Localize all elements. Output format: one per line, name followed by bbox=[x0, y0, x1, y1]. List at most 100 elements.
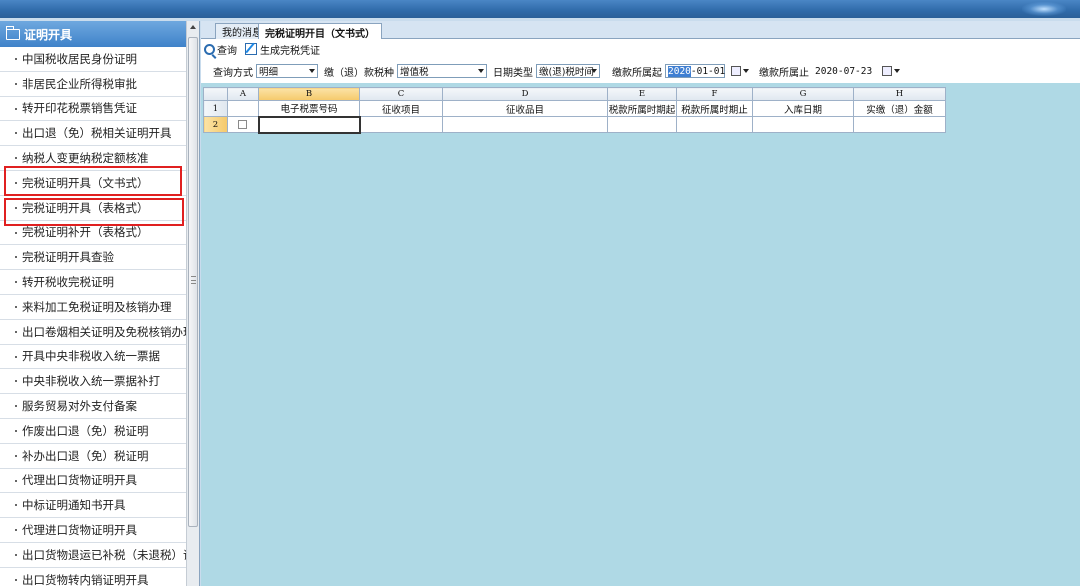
query-button[interactable]: 查询 bbox=[204, 42, 237, 57]
sidebar-item[interactable]: 作废出口退（免）税证明 bbox=[0, 419, 186, 444]
main-panel: 我的消息 完税证明开目（文书式） 查询 生成完税凭证 查询方式 明细 缴（退）款… bbox=[201, 21, 1080, 586]
sidebar-item-label: 开具中央非税收入统一票据 bbox=[22, 349, 160, 364]
bullet-icon bbox=[15, 355, 17, 358]
generate-certificate-button[interactable]: 生成完税凭证 bbox=[245, 42, 320, 57]
bullet-icon bbox=[15, 553, 17, 556]
sidebar-item[interactable]: 开具中央非税收入统一票据 bbox=[0, 345, 186, 370]
period-start-rest: -01-01 bbox=[690, 65, 726, 77]
sidebar-item-label: 中央非税收入统一票据补打 bbox=[22, 374, 160, 389]
highlight-box-biaoge bbox=[4, 198, 184, 226]
row-checkbox[interactable] bbox=[238, 120, 248, 129]
tab-label: 完税证明开目（文书式） bbox=[265, 28, 375, 40]
header-cell: 实缴（退）金额 bbox=[853, 100, 946, 117]
cell-tax-ticket-number[interactable] bbox=[257, 115, 361, 134]
grid-corner[interactable] bbox=[203, 87, 228, 101]
date-type-select[interactable]: 缴(退)税时间 bbox=[536, 64, 600, 78]
column-letter[interactable]: H bbox=[853, 87, 946, 101]
cell-collection-item[interactable] bbox=[359, 116, 443, 133]
calendar-icon[interactable] bbox=[882, 66, 892, 76]
sidebar-item[interactable]: 出口卷烟相关证明及免税核销办理 bbox=[0, 320, 186, 345]
sidebar-item[interactable]: 出口货物转内销证明开具 bbox=[0, 568, 186, 586]
tax-type-select[interactable]: 增值税 bbox=[397, 64, 487, 78]
sidebar-item-label: 来料加工免税证明及核销办理 bbox=[22, 299, 172, 314]
edit-icon bbox=[245, 43, 257, 55]
column-letter-row: A B C D E F G H bbox=[203, 87, 946, 101]
sidebar-item[interactable]: 非居民企业所得税审批 bbox=[0, 72, 186, 97]
window-glint bbox=[1022, 2, 1066, 16]
bullet-icon bbox=[15, 305, 17, 308]
tab-label: 我的消息 bbox=[222, 28, 262, 39]
period-end-input[interactable]: 2020-07-23 bbox=[812, 64, 876, 78]
query-mode-value: 明细 bbox=[259, 67, 279, 78]
column-letter[interactable]: B bbox=[258, 87, 360, 101]
chevron-down-icon[interactable] bbox=[743, 69, 749, 73]
bullet-icon bbox=[15, 429, 17, 432]
sidebar-item[interactable]: 中央非税收入统一票据补打 bbox=[0, 369, 186, 395]
cell-amount[interactable] bbox=[853, 116, 946, 133]
row-number[interactable]: 2 bbox=[203, 116, 228, 133]
cell-period-start[interactable] bbox=[607, 116, 677, 133]
bullet-icon bbox=[15, 58, 17, 60]
sidebar-item[interactable]: 服务贸易对外支付备案 bbox=[0, 394, 186, 419]
chevron-down-icon[interactable] bbox=[894, 69, 900, 73]
bullet-icon bbox=[15, 256, 17, 259]
column-letter[interactable]: C bbox=[359, 87, 443, 101]
chevron-down-icon bbox=[591, 69, 597, 73]
sidebar-item[interactable]: 中标证明通知书开具 bbox=[0, 493, 186, 519]
header-cell: 税款所属时期止 bbox=[676, 100, 753, 117]
sidebar-item[interactable]: 补办出口退（免）税证明 bbox=[0, 444, 186, 469]
sidebar-header[interactable]: 证明开具 bbox=[0, 21, 186, 47]
bullet-icon bbox=[15, 578, 17, 581]
bullet-icon bbox=[15, 529, 17, 532]
bullet-icon bbox=[15, 157, 17, 160]
row-number[interactable]: 1 bbox=[203, 100, 228, 117]
scrollbar-thumb[interactable] bbox=[188, 37, 198, 527]
tab-bar: 我的消息 完税证明开目（文书式） bbox=[201, 21, 1080, 40]
sidebar-item-label: 中国税收居民身份证明 bbox=[22, 51, 137, 66]
chevron-down-icon bbox=[309, 69, 315, 73]
header-cell: 税款所属时期起 bbox=[607, 100, 677, 117]
sidebar-item[interactable]: 出口退（免）税相关证明开具 bbox=[0, 121, 186, 147]
sidebar-item-label: 完税证明开具查验 bbox=[22, 250, 114, 265]
column-letter[interactable]: A bbox=[227, 87, 259, 101]
period-start-label: 缴款所属起 bbox=[612, 67, 662, 79]
cell-collection-category[interactable] bbox=[442, 116, 608, 133]
period-end-value: 2020-07-23 bbox=[815, 65, 873, 77]
sidebar-list: 中国税收居民身份证明 非居民企业所得税审批 转开印花税票销售凭证 出口退（免）税… bbox=[0, 47, 186, 586]
bullet-icon bbox=[15, 132, 17, 135]
bullet-icon bbox=[15, 231, 17, 234]
bullet-icon bbox=[15, 82, 17, 85]
sidebar-scrollbar[interactable] bbox=[186, 21, 199, 586]
sidebar-item[interactable]: 转开税收完税证明 bbox=[0, 270, 186, 295]
bullet-icon bbox=[15, 380, 17, 383]
date-type-value: 缴(退)税时间 bbox=[539, 67, 594, 78]
cell-period-end[interactable] bbox=[676, 116, 753, 133]
sidebar-item[interactable]: 转开印花税票销售凭证 bbox=[0, 97, 186, 122]
sidebar-item[interactable]: 出口货物退运已补税（未退税）证明 bbox=[0, 543, 186, 568]
sidebar-item[interactable]: 完税证明开具查验 bbox=[0, 245, 186, 271]
sidebar-item[interactable]: 代理进口货物证明开具 bbox=[0, 518, 186, 543]
sidebar-item-label: 出口卷烟相关证明及免税核销办理 bbox=[22, 324, 186, 339]
tab-certificate-wenshu[interactable]: 完税证明开目（文书式） bbox=[258, 23, 382, 40]
column-letter[interactable]: G bbox=[752, 87, 854, 101]
column-letter[interactable]: F bbox=[676, 87, 753, 101]
header-cell: 征收项目 bbox=[359, 100, 443, 117]
query-mode-select[interactable]: 明细 bbox=[256, 64, 318, 78]
sidebar-item[interactable]: 代理出口货物证明开具 bbox=[0, 469, 186, 494]
calendar-icon[interactable] bbox=[731, 66, 741, 76]
period-start-input[interactable]: 2020 -01-01 bbox=[665, 64, 725, 78]
column-letter[interactable]: E bbox=[607, 87, 677, 101]
sidebar-item[interactable]: 中国税收居民身份证明 bbox=[0, 47, 186, 72]
bullet-icon bbox=[15, 281, 17, 284]
scroll-up-icon[interactable] bbox=[189, 23, 198, 32]
checkbox-cell[interactable] bbox=[227, 116, 259, 133]
bullet-icon bbox=[15, 504, 17, 507]
sidebar-item[interactable]: 来料加工免税证明及核销办理 bbox=[0, 295, 186, 320]
header-cell: 入库日期 bbox=[752, 100, 854, 117]
column-letter[interactable]: D bbox=[442, 87, 608, 101]
grip-icon bbox=[191, 276, 196, 284]
bullet-icon bbox=[15, 330, 17, 333]
sidebar-item-label: 代理出口货物证明开具 bbox=[22, 473, 137, 488]
cell-storage-date[interactable] bbox=[752, 116, 854, 133]
bullet-icon bbox=[15, 405, 17, 408]
